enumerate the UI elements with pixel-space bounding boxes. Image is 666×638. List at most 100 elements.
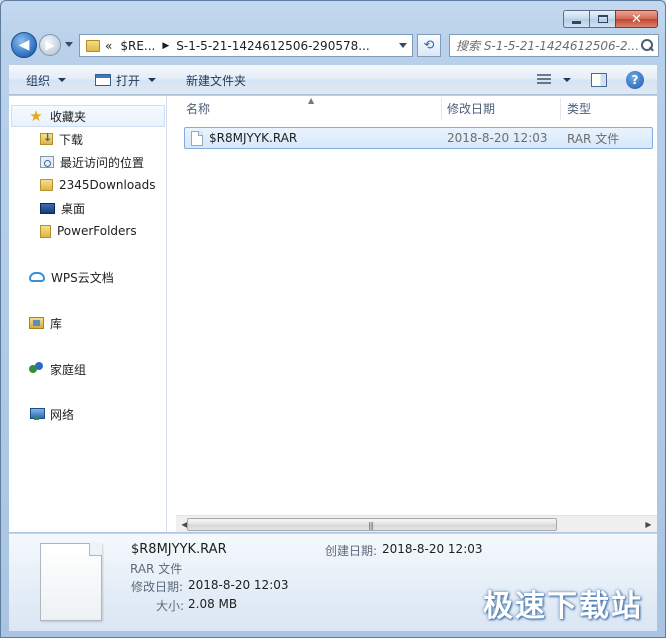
- file-name: $R8MJYYK.RAR: [209, 131, 298, 145]
- views-icon: [537, 74, 551, 86]
- star-icon: ★: [29, 107, 43, 125]
- nav-label: 桌面: [61, 201, 86, 216]
- recent-places-icon: [40, 156, 54, 168]
- help-icon: ?: [626, 71, 644, 89]
- nav-item-wps-cloud[interactable]: WPS云文档: [9, 266, 114, 288]
- refresh-icon: ⟲: [423, 38, 435, 53]
- search-box[interactable]: [449, 34, 659, 57]
- organize-label: 组织: [26, 73, 51, 88]
- details-file-type: RAR 文件: [130, 562, 183, 576]
- preview-pane-button[interactable]: [591, 65, 607, 95]
- file-list: 名称 ▲ 修改日期 类型 $R8MJYYK.RAR 2018-8-20 12:0…: [168, 96, 657, 532]
- column-header-label: 类型: [567, 102, 592, 116]
- column-divider[interactable]: [441, 98, 442, 120]
- details-created-value: 2018-8-20 12:03: [382, 542, 483, 556]
- back-arrow-icon: ◀: [18, 37, 30, 53]
- search-input[interactable]: [456, 38, 638, 53]
- desktop-icon: [40, 202, 55, 214]
- nav-item-downloads[interactable]: 下载: [9, 128, 83, 150]
- nav-label: WPS云文档: [51, 270, 114, 285]
- details-created-label: 创建日期:: [325, 544, 378, 558]
- column-header-label: 修改日期: [447, 102, 496, 116]
- refresh-button[interactable]: ⟲: [417, 34, 441, 57]
- back-button[interactable]: ◀: [11, 32, 37, 58]
- nav-label: 网络: [50, 407, 75, 422]
- change-view-button[interactable]: [537, 65, 571, 95]
- content-area: ★ 收藏夹 下载 最近访问的位置 2345Downloads 桌面 Pow: [9, 96, 657, 532]
- downloads-folder-icon: [40, 131, 53, 145]
- nav-item-desktop[interactable]: 桌面: [9, 197, 85, 219]
- nav-label: 收藏夹: [50, 109, 87, 124]
- library-icon: [29, 317, 44, 329]
- nav-item-powerfolders[interactable]: PowerFolders: [9, 220, 137, 242]
- chevron-down-icon: [148, 78, 157, 82]
- nav-label: 2345Downloads: [59, 178, 156, 192]
- file-type: RAR 文件: [567, 131, 620, 146]
- address-dropdown-icon[interactable]: [399, 43, 407, 48]
- address-bar[interactable]: « $RE... ▶ S-1-5-21-1424612506-290578...: [79, 34, 413, 57]
- scroll-right-icon[interactable]: ▶: [640, 516, 657, 532]
- open-menu[interactable]: 打开: [95, 65, 157, 95]
- grip-icon: |||: [368, 521, 374, 530]
- command-bar: 组织 打开 新建文件夹 ?: [9, 65, 657, 95]
- close-button[interactable]: ✕: [615, 10, 658, 28]
- preview-pane-icon: [591, 73, 607, 87]
- nav-item-favorites[interactable]: ★ 收藏夹: [11, 105, 165, 127]
- sort-ascending-icon: ▲: [308, 96, 315, 105]
- window-icon: [95, 74, 111, 86]
- nav-item-libraries[interactable]: 库: [9, 312, 62, 334]
- details-size-label: 大小:: [156, 599, 185, 613]
- address-segment-sid[interactable]: S-1-5-21-1424612506-290578...: [176, 39, 369, 53]
- address-overflow[interactable]: «: [105, 39, 112, 53]
- network-icon: [29, 407, 45, 421]
- new-folder-button[interactable]: 新建文件夹: [186, 65, 246, 95]
- nav-item-network[interactable]: 网络: [9, 403, 74, 425]
- file-icon: [191, 130, 203, 146]
- nav-item-2345downloads[interactable]: 2345Downloads: [9, 174, 155, 196]
- minimize-icon: [572, 20, 581, 24]
- address-segment-recycle[interactable]: $RE...: [120, 39, 155, 53]
- details-file-name: $R8MJYYK.RAR: [131, 542, 227, 557]
- file-modified: 2018-8-20 12:03: [447, 131, 548, 145]
- help-button[interactable]: ?: [626, 65, 644, 95]
- nav-item-homegroup[interactable]: 家庭组: [9, 358, 86, 380]
- scrollbar-thumb[interactable]: |||: [187, 518, 557, 531]
- explorer-window: ✕ ◀ ▶ « $RE... ▶ S-1-5-21-1424612506-290…: [0, 0, 666, 638]
- organize-menu[interactable]: 组织: [26, 65, 67, 95]
- chevron-down-icon: [58, 78, 67, 82]
- close-icon: ✕: [631, 11, 642, 27]
- nav-label: PowerFolders: [57, 224, 137, 238]
- caption-buttons: ✕: [563, 10, 658, 28]
- navigation-bar: ◀ ▶ « $RE... ▶ S-1-5-21-1424612506-29057…: [9, 30, 659, 60]
- horizontal-scrollbar[interactable]: ◀ ||| ▶: [176, 515, 657, 532]
- breadcrumb-chevron-icon[interactable]: ▶: [162, 41, 169, 51]
- column-divider[interactable]: [560, 98, 561, 120]
- column-header-label: 名称: [186, 102, 211, 116]
- cloud-icon: [29, 272, 45, 282]
- chevron-down-icon: [563, 78, 571, 82]
- folder-icon: [86, 39, 100, 52]
- maximize-icon: [597, 15, 608, 23]
- column-header-type[interactable]: 类型: [567, 96, 657, 121]
- nav-label: 最近访问的位置: [60, 155, 145, 170]
- file-row[interactable]: $R8MJYYK.RAR 2018-8-20 12:03 RAR 文件: [184, 127, 653, 149]
- minimize-button[interactable]: [563, 10, 589, 28]
- forward-button[interactable]: ▶: [39, 34, 61, 56]
- details-size-value: 2.08 MB: [188, 597, 238, 611]
- column-header-modified[interactable]: 修改日期: [447, 96, 559, 121]
- site-watermark: 极速下载站: [483, 589, 643, 624]
- maximize-button[interactable]: [589, 10, 615, 28]
- powerfolders-icon: [40, 224, 51, 238]
- nav-item-recent-places[interactable]: 最近访问的位置: [9, 151, 144, 173]
- recent-pages-dropdown[interactable]: [65, 42, 73, 47]
- nav-label: 库: [50, 316, 63, 331]
- open-label: 打开: [116, 73, 141, 88]
- details-modified-value: 2018-8-20 12:03: [188, 578, 289, 592]
- details-modified-label: 修改日期:: [131, 580, 184, 594]
- file-thumbnail-icon: [40, 543, 102, 621]
- forward-arrow-icon: ▶: [45, 38, 55, 52]
- homegroup-icon: [29, 362, 44, 376]
- new-folder-label: 新建文件夹: [186, 73, 247, 88]
- search-icon[interactable]: [640, 38, 654, 53]
- nav-label: 下载: [59, 132, 84, 147]
